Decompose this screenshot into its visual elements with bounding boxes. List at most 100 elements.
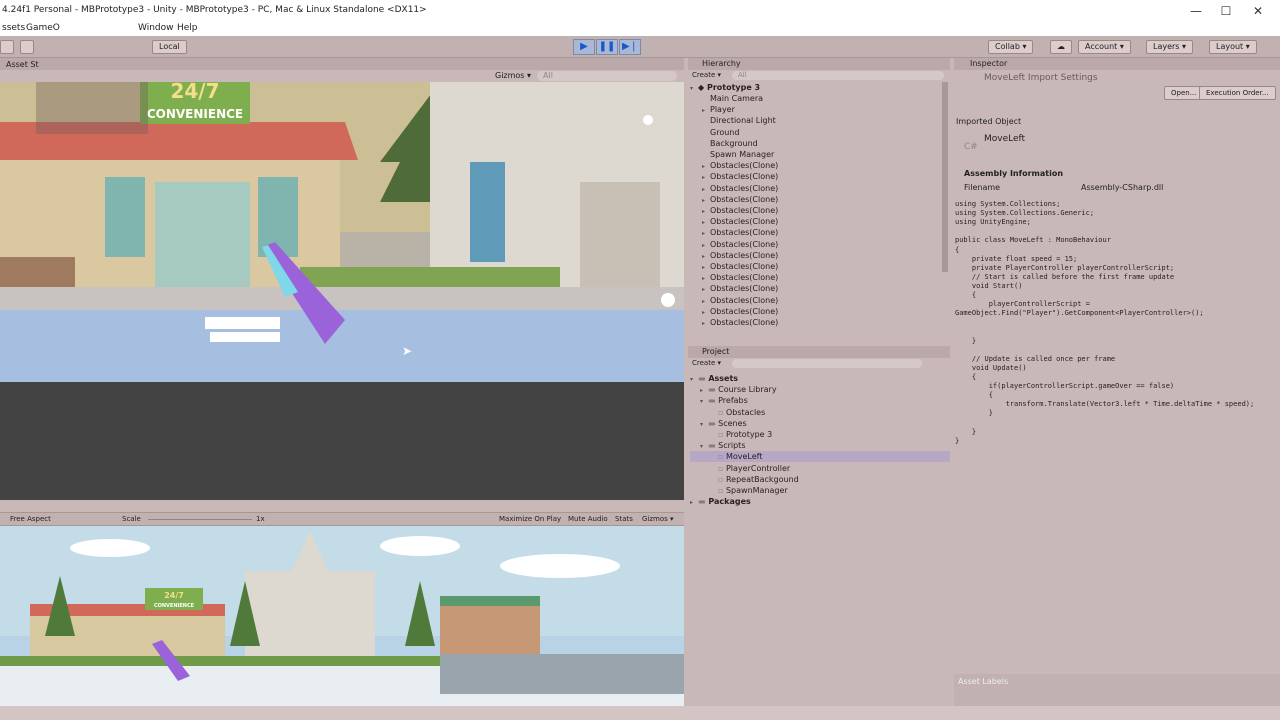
project-tab-bar: Project — [688, 346, 950, 358]
hierarchy-item-label: Obstacles(Clone) — [710, 262, 779, 271]
project-tree-item[interactable]: ▸ ▬ Course Library — [690, 384, 777, 395]
store-sign-line2: CONVENIENCE — [147, 107, 243, 121]
project-tree-item[interactable]: ▾ ▬ Assets — [690, 373, 738, 384]
menu-assets[interactable]: ssets — [2, 23, 25, 33]
hierarchy-scene-root[interactable]: ▾ ◆ Prototype 3 — [690, 82, 760, 93]
pause-button[interactable]: ❚❚ — [596, 39, 618, 55]
game-gizmos-dropdown[interactable]: Gizmos ▾ — [642, 515, 674, 523]
project-item-label: Assets — [708, 374, 739, 383]
hierarchy-item[interactable]: ▸ Obstacles(Clone) — [702, 306, 778, 317]
hierarchy-item[interactable]: ▸ Obstacles(Clone) — [702, 160, 778, 171]
game-view[interactable]: 24/7 CONVENIENCE — [0, 526, 684, 706]
hierarchy-scrollbar[interactable] — [942, 82, 948, 272]
hierarchy-item[interactable]: Main Camera — [702, 93, 763, 104]
aspect-dropdown[interactable]: Free Aspect — [10, 515, 51, 523]
scale-slider[interactable] — [148, 519, 252, 520]
account-button[interactable]: Account ▾ — [1078, 40, 1131, 54]
hierarchy-item[interactable]: ▸ Obstacles(Clone) — [702, 283, 778, 294]
project-tree-item[interactable]: ▫ SpawnManager — [690, 485, 788, 496]
project-tree-item[interactable]: ▫ MoveLeft — [690, 451, 950, 463]
hierarchy-item-label: Obstacles(Clone) — [710, 206, 779, 215]
hierarchy-item[interactable]: ▸ Obstacles(Clone) — [702, 227, 778, 238]
project-tree-item[interactable]: ▾ ▬ Prefabs — [690, 395, 748, 406]
code-line: if(playerControllerScript.gameOver == fa… — [955, 382, 1175, 390]
project-tree-item[interactable]: ▫ PlayerController — [690, 463, 790, 474]
hierarchy-item[interactable]: ▸ Obstacles(Clone) — [702, 272, 778, 283]
inspector-tab[interactable]: Inspector — [970, 59, 1007, 68]
hierarchy-item[interactable]: ▸ Player — [702, 104, 735, 115]
maximize-on-play-toggle[interactable]: Maximize On Play — [499, 515, 561, 523]
close-button[interactable]: ✕ — [1248, 3, 1268, 19]
hierarchy-item[interactable]: ▸ Obstacles(Clone) — [702, 205, 778, 216]
hierarchy-item-label: Obstacles(Clone) — [710, 250, 779, 260]
project-search-input[interactable] — [732, 359, 922, 368]
project-tree-item[interactable]: ▾ ▬ Scripts — [690, 440, 745, 451]
hierarchy-item-label: Player — [710, 105, 735, 115]
code-line: { — [955, 372, 977, 381]
project-create-dropdown[interactable]: Create ▾ — [692, 359, 721, 367]
hierarchy-item[interactable]: ▸ Obstacles(Clone) — [702, 194, 778, 205]
hierarchy-item[interactable]: Directional Light — [702, 115, 776, 126]
minimize-button[interactable]: — — [1186, 3, 1206, 19]
project-tab[interactable]: Project — [702, 347, 729, 356]
project-tree-item[interactable]: ▸ ▬ Packages — [690, 496, 751, 507]
hierarchy-item-label: Ground — [710, 127, 740, 137]
scene-gizmos-dropdown[interactable]: Gizmos ▾ — [495, 71, 531, 80]
mute-audio-toggle[interactable]: Mute Audio — [568, 515, 608, 523]
hierarchy-item[interactable]: ▸ Obstacles(Clone) — [702, 183, 778, 194]
expand-arrow-icon[interactable]: ▸ — [690, 497, 698, 508]
game-sign-line2: CONVENIENCE — [154, 603, 195, 609]
project-tree-item[interactable]: ▫ Obstacles — [690, 407, 765, 418]
expand-arrow-icon[interactable]: ▸ — [702, 318, 710, 329]
local-toggle-button[interactable]: Local — [152, 40, 187, 54]
code-line: { — [955, 291, 977, 299]
code-line: playerControllerScript = — [955, 300, 1090, 309]
hierarchy-item[interactable]: ▸ Obstacles(Clone) — [702, 216, 778, 227]
layers-button[interactable]: Layers ▾ — [1146, 40, 1194, 54]
project-tree-item[interactable]: ▫ RepeatBackgound — [690, 474, 799, 485]
folder-icon: ▬ — [698, 374, 709, 383]
maximize-button[interactable]: ☐ — [1216, 3, 1236, 19]
project-item-label: Scripts — [718, 441, 746, 451]
project-tree-item[interactable]: ▫ Prototype 3 — [690, 429, 772, 440]
hierarchy-item[interactable]: ▸ Obstacles(Clone) — [702, 295, 778, 306]
scene-tab[interactable]: Asset St — [6, 60, 39, 69]
play-button[interactable]: ▶ — [573, 39, 595, 55]
project-item-label: PlayerController — [725, 463, 791, 473]
scene-toolbar: Gizmos ▾ All — [0, 70, 684, 82]
file-icon: ▫ — [718, 463, 726, 473]
hierarchy-tab[interactable]: Hierarchy — [702, 59, 741, 68]
unity-scene-icon: ◆ — [698, 83, 705, 92]
hierarchy-item-label: Obstacles(Clone) — [710, 194, 779, 204]
project-tree-item[interactable]: ▾ ▬ Scenes — [690, 418, 747, 429]
scene-view[interactable]: 24/7 CONVENIENCE ➤ — [0, 82, 684, 500]
hierarchy-item-label: Obstacles(Clone) — [710, 239, 779, 249]
menu-window[interactable]: Window — [138, 23, 174, 33]
hierarchy-item[interactable]: Spawn Manager — [702, 149, 774, 160]
project-item-label: Course Library — [718, 385, 777, 395]
inspector-tab-bar: Inspector — [954, 58, 1280, 70]
scene-search-input[interactable]: All — [537, 71, 677, 81]
menu-help[interactable]: Help — [177, 23, 198, 33]
hierarchy-item[interactable]: ▸ Obstacles(Clone) — [702, 239, 778, 250]
menu-gameobject[interactable]: GameO — [26, 23, 60, 33]
tool-button[interactable] — [20, 40, 34, 54]
hierarchy-item[interactable]: ▸ Obstacles(Clone) — [702, 250, 778, 261]
scene-name: Prototype 3 — [706, 83, 761, 92]
stats-toggle[interactable]: Stats — [615, 515, 633, 523]
hierarchy-item[interactable]: ▸ Obstacles(Clone) — [702, 171, 778, 182]
hierarchy-item[interactable]: ▸ Obstacles(Clone) — [702, 317, 778, 328]
hierarchy-item[interactable]: Background — [702, 138, 758, 149]
hierarchy-search-input[interactable]: All — [732, 71, 944, 80]
hierarchy-item[interactable]: Ground — [702, 127, 739, 138]
file-icon: ▫ — [718, 474, 726, 484]
tool-button[interactable] — [0, 40, 14, 54]
step-button[interactable]: ▶❘ — [619, 39, 641, 55]
hierarchy-create-dropdown[interactable]: Create ▾ — [692, 71, 721, 79]
open-button[interactable]: Open... — [1164, 86, 1204, 100]
cloud-icon[interactable]: ☁ — [1050, 40, 1072, 54]
layout-button[interactable]: Layout ▾ — [1209, 40, 1257, 54]
hierarchy-item[interactable]: ▸ Obstacles(Clone) — [702, 261, 778, 272]
execution-order-button[interactable]: Execution Order... — [1199, 86, 1276, 100]
collab-button[interactable]: Collab ▾ — [988, 40, 1034, 54]
